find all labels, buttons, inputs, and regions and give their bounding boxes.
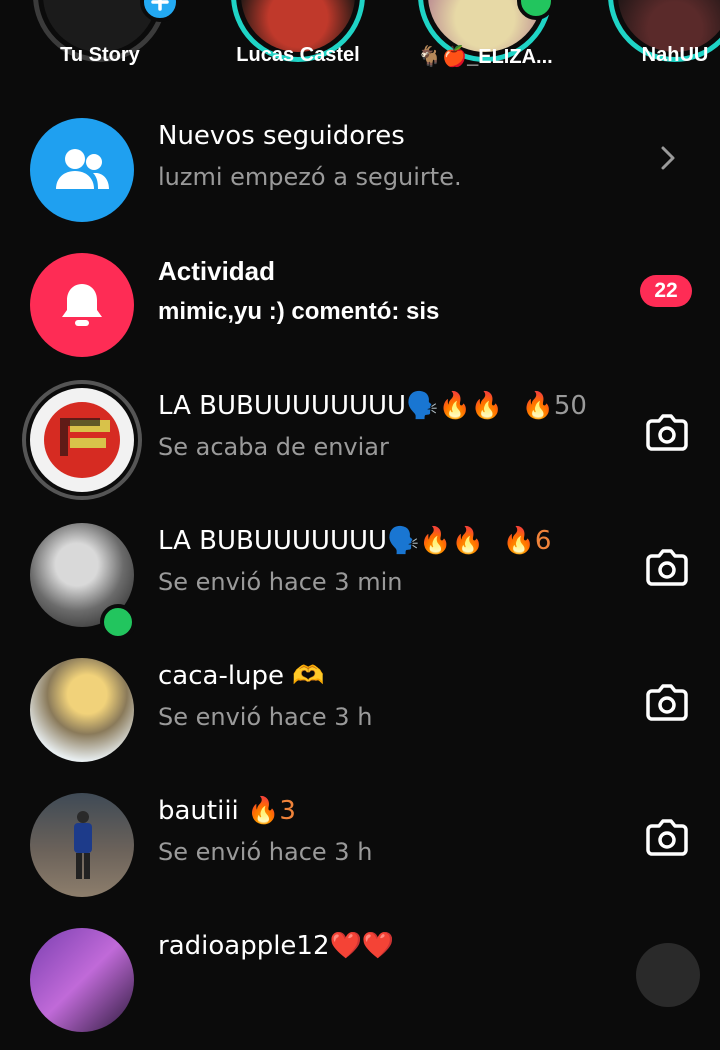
camera-icon[interactable] <box>644 818 690 862</box>
chat-status: Se envió hace 3 h <box>158 703 373 731</box>
streak-flame-icon: 🔥 <box>502 526 535 556</box>
avatar[interactable] <box>30 928 134 1032</box>
chat-status: Se envió hace 3 min <box>158 568 403 596</box>
notification-subtitle: luzmi empezó a seguirte. <box>158 163 462 191</box>
camera-icon[interactable] <box>644 413 690 457</box>
online-indicator <box>100 604 136 640</box>
streak-count: 50 <box>553 391 587 421</box>
chat-name-text: LA BUBUUUUUUUU <box>158 391 407 421</box>
streak-flame-icon: 🔥 <box>247 796 280 826</box>
camera-icon[interactable] <box>644 548 690 592</box>
name-emojis: 🫶 <box>292 661 325 691</box>
activity-row[interactable]: Actividad mimic,yu :) comentó: sis 22 <box>0 240 720 375</box>
name-emojis: 🗣️🔥🔥 <box>406 391 504 421</box>
name-emojis: ❤️❤️ <box>329 931 395 961</box>
story-name: 🐐🍎_ELIZA... <box>417 46 553 68</box>
chat-name-text: LA BUBUUUUUUU <box>158 526 388 556</box>
avatar[interactable] <box>30 793 134 897</box>
chat-name-text: radioapple12 <box>158 931 330 961</box>
chevron-right-icon[interactable] <box>660 145 676 175</box>
chat-row[interactable]: caca-lupe 🫶 Se envió hace 3 h <box>0 645 720 780</box>
users-icon <box>30 118 134 222</box>
avatar[interactable] <box>30 658 134 762</box>
chat-status: Se envió hace 3 h <box>158 838 373 866</box>
camera-icon[interactable] <box>636 943 700 1007</box>
streak-flame-icon: 🔥 <box>521 391 554 421</box>
chat-name: LA BUBUUUUUUU🗣️🔥🔥 🔥6 <box>158 526 551 556</box>
chat-row[interactable]: LA BUBUUUUUUU🗣️🔥🔥 🔥6 Se envió hace 3 min <box>0 510 720 645</box>
chat-row[interactable]: LA BUBUUUUUUUU🗣️🔥🔥 🔥50 Se acaba de envia… <box>0 375 720 510</box>
avatar[interactable] <box>30 388 134 492</box>
chat-name: radioapple12❤️❤️ <box>158 931 394 961</box>
chat-row[interactable]: bautiii 🔥3 Se envió hace 3 h <box>0 780 720 915</box>
bell-icon <box>30 253 134 357</box>
chat-name-text: bautiii <box>158 796 239 826</box>
story-name: NahUU <box>641 44 709 66</box>
stories-bar: Tu Story Lucas Castel 🐐🍎_ELIZA... NahUU <box>0 0 720 110</box>
chat-name: caca-lupe 🫶 <box>158 661 325 691</box>
story-name: Tu Story <box>60 44 140 66</box>
chat-row[interactable]: radioapple12❤️❤️ <box>0 915 720 1050</box>
streak-count: 6 <box>534 526 552 556</box>
notification-title: Actividad <box>158 256 276 286</box>
chat-name: LA BUBUUUUUUUU🗣️🔥🔥 🔥50 <box>158 391 587 421</box>
chat-name-text: caca-lupe <box>158 661 285 691</box>
name-emojis: 🗣️🔥🔥 <box>387 526 485 556</box>
unread-count-badge: 22 <box>640 275 692 307</box>
chat-status: Se acaba de enviar <box>158 433 389 461</box>
streak-count: 3 <box>279 796 296 826</box>
story-name: Lucas Castel <box>236 44 360 66</box>
chat-name: bautiii 🔥3 <box>158 796 296 826</box>
notification-subtitle: mimic,yu :) comentó: sis <box>158 298 440 325</box>
new-followers-row[interactable]: Nuevos seguidores luzmi empezó a seguirt… <box>0 105 720 240</box>
notification-title: Nuevos seguidores <box>158 121 405 151</box>
camera-icon[interactable] <box>644 683 690 727</box>
